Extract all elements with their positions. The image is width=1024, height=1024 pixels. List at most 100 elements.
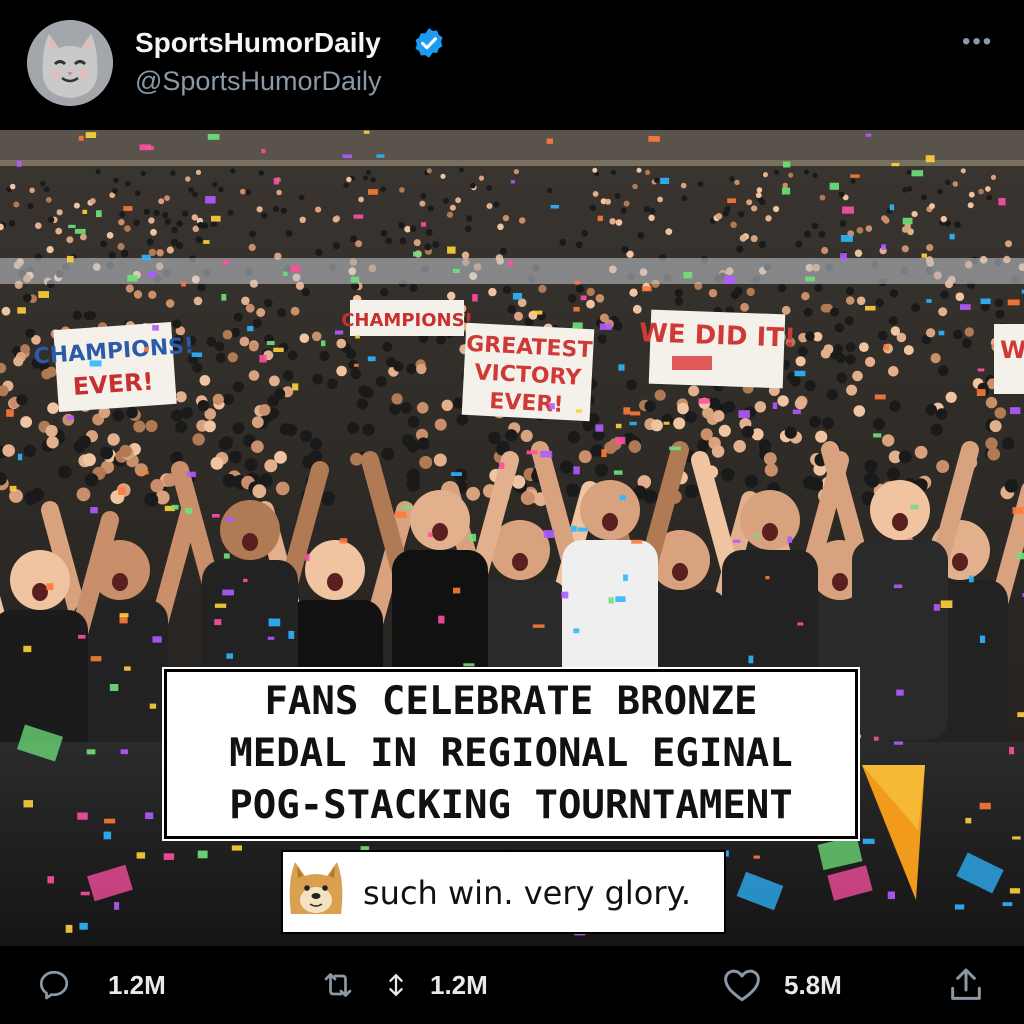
crowd-figure — [777, 395, 789, 407]
crowd-figure — [623, 200, 630, 207]
crowd-figure — [724, 205, 731, 212]
user-handle[interactable]: @SportsHumorDaily — [135, 66, 381, 97]
crowd-figure — [736, 245, 744, 253]
crowd-figure — [497, 223, 504, 231]
crowd-figure — [407, 415, 420, 428]
more-options-icon[interactable]: ••• — [962, 28, 993, 56]
crowd-figure — [117, 243, 125, 251]
crowd-figure — [826, 389, 839, 401]
caption-line-2: MEDAL IN REGIONAL EGINAL — [229, 731, 793, 776]
crowd-figure — [134, 190, 141, 196]
crowd-figure — [327, 378, 338, 390]
crowd-figure — [902, 187, 908, 193]
crowd-figure — [192, 191, 198, 198]
confetti-piece — [86, 749, 96, 755]
post-image[interactable]: CHAMPIONS! EVER! CHAMPIONS! GREATEST VIC… — [0, 130, 1024, 946]
crowd-figure — [222, 393, 234, 405]
display-name[interactable]: SportsHumorDaily — [135, 27, 381, 59]
crowd-figure — [214, 341, 225, 352]
crowd-figure — [650, 419, 663, 432]
crowd-figure — [89, 198, 96, 204]
confetti-piece — [1007, 299, 1020, 306]
confetti-piece — [933, 604, 940, 611]
crowd-figure — [426, 168, 432, 174]
crowd-figure — [665, 228, 673, 235]
crowd-figure — [878, 330, 888, 341]
crowd-figure — [746, 287, 755, 297]
retweet-button[interactable]: 1.2M — [318, 946, 488, 1024]
crowd-figure — [865, 356, 876, 367]
confetti-piece — [896, 689, 904, 696]
crowd-figure — [615, 219, 623, 226]
share-button[interactable] — [946, 946, 986, 1024]
crowd-figure — [759, 199, 766, 206]
crowd-figure — [937, 365, 949, 376]
crowd-figure — [586, 299, 595, 309]
crowd-figure — [400, 402, 412, 414]
crowd-figure — [23, 293, 32, 303]
crowd-figure — [930, 423, 943, 436]
crowd-figure — [929, 203, 935, 210]
crowd-figure — [107, 433, 120, 446]
crowd-figure — [171, 409, 183, 422]
crowd-figure — [953, 329, 963, 340]
crowd-figure — [809, 477, 823, 491]
reply-button[interactable]: 1.2M — [36, 946, 166, 1024]
crowd-figure — [125, 180, 131, 187]
crowd-figure — [222, 329, 233, 340]
crowd-figure — [447, 291, 456, 301]
confetti-piece — [977, 368, 985, 372]
crowd-figure — [203, 420, 216, 433]
crowd-figure — [684, 484, 699, 499]
crowd-figure — [801, 292, 810, 301]
crowd-figure — [245, 303, 255, 313]
crowd-figure — [249, 230, 256, 238]
crowd-figure — [594, 463, 609, 477]
confetti-piece — [339, 538, 348, 544]
confetti-piece — [259, 355, 267, 363]
crowd-figure — [644, 400, 656, 412]
confetti-piece — [894, 741, 904, 745]
crowd-figure — [846, 384, 858, 396]
crowd-figure — [232, 422, 245, 435]
crowd-figure — [632, 183, 638, 190]
crowd-figure — [546, 187, 553, 194]
crowd-figure — [13, 201, 20, 208]
crowd-figure — [227, 209, 234, 216]
crowd-figure — [901, 245, 909, 253]
crowd-figure — [227, 352, 238, 363]
crowd-figure — [751, 205, 758, 212]
crowd-figure — [95, 169, 101, 175]
crowd-figure — [126, 406, 138, 419]
crowd-figure — [715, 213, 723, 220]
crowd-figure — [419, 200, 426, 207]
crowd-figure — [645, 169, 651, 175]
crowd-figure — [245, 189, 251, 196]
crowd-figure — [741, 425, 754, 438]
crowd-figure — [781, 305, 791, 315]
avatar[interactable] — [27, 20, 113, 106]
svg-text:W: W — [1000, 336, 1024, 364]
crowd-figure — [488, 431, 501, 445]
crowd-figure — [520, 491, 535, 505]
like-button[interactable]: 5.8M — [722, 946, 842, 1024]
confetti-piece — [1017, 712, 1024, 718]
confetti-piece — [247, 326, 254, 332]
crowd-figure — [822, 417, 835, 430]
confetti-piece — [577, 527, 588, 532]
crowd-figure — [13, 356, 24, 367]
crowd-figure — [158, 198, 165, 205]
crowd-figure — [248, 341, 259, 352]
crowd-figure — [681, 195, 688, 202]
crowd-figure — [406, 440, 420, 453]
crowd-figure — [845, 286, 855, 296]
confetti-piece — [629, 421, 637, 426]
confetti-piece — [599, 323, 612, 330]
confetti-piece — [163, 853, 175, 860]
crowd-figure — [399, 237, 407, 245]
crowd-figure — [945, 179, 951, 185]
confetti-piece — [1012, 507, 1024, 515]
crowd-figure — [674, 297, 684, 306]
crowd-figure — [898, 450, 912, 464]
crowd-figure — [118, 219, 125, 226]
